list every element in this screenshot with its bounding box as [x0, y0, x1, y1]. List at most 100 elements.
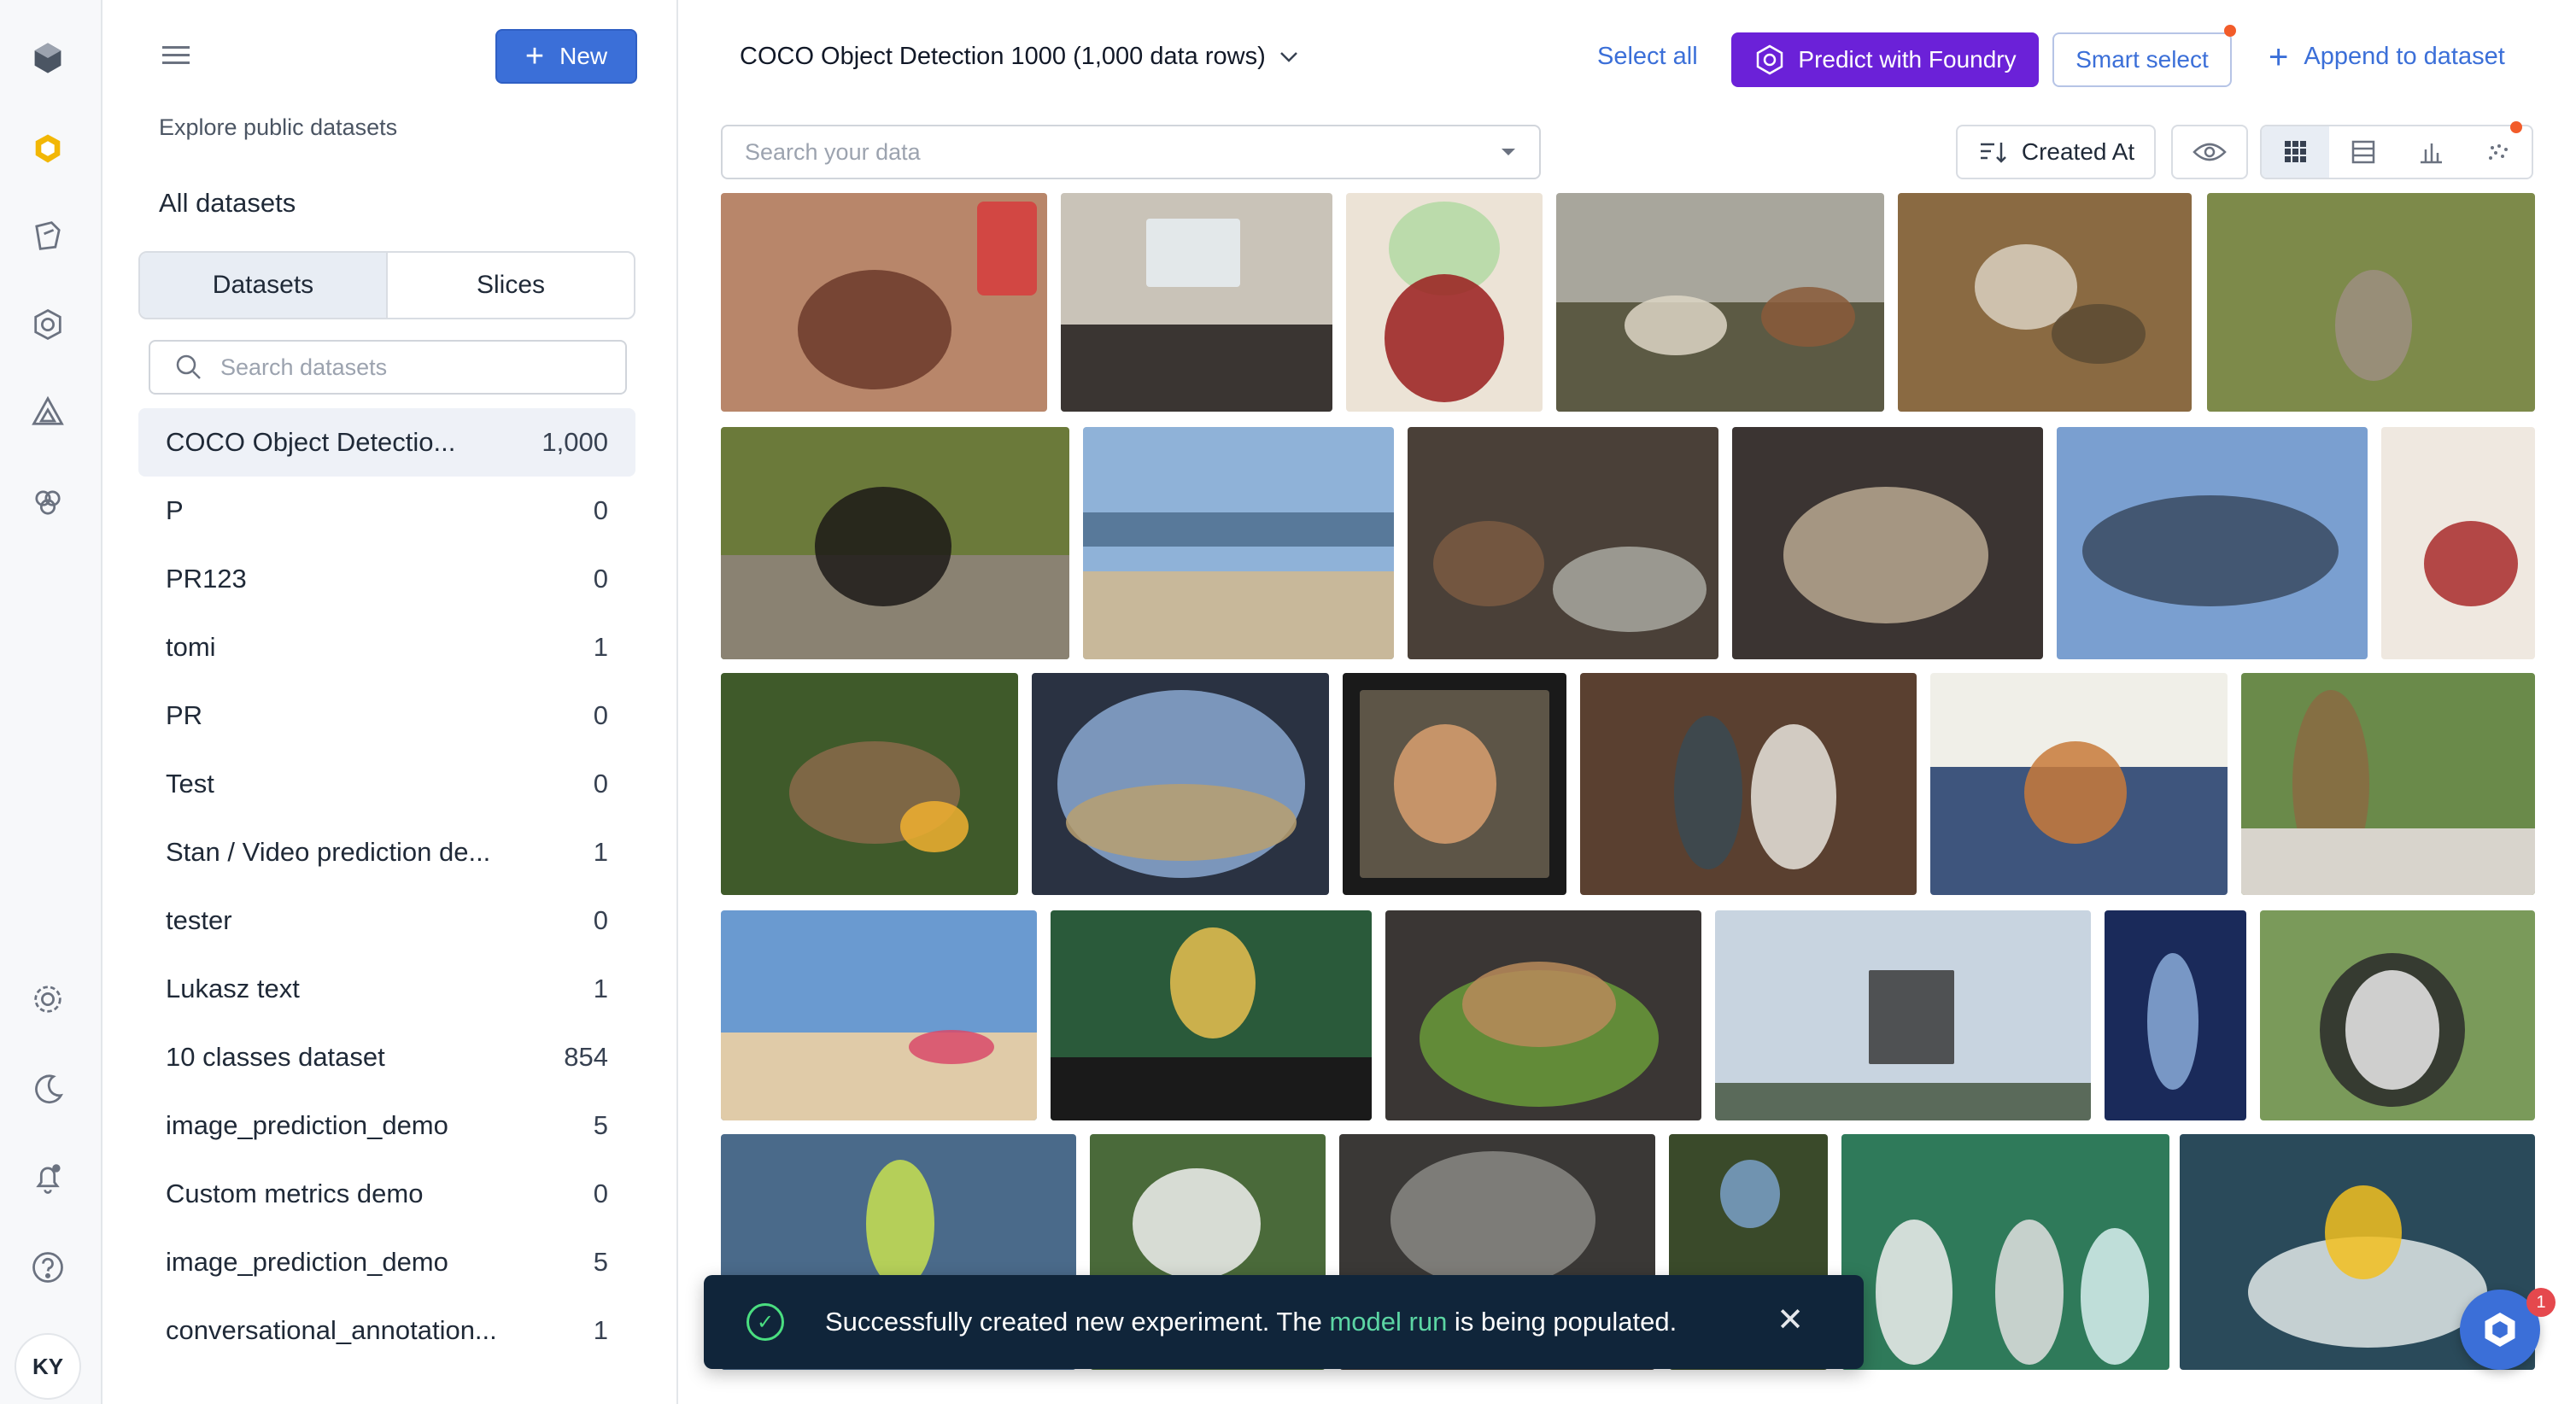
toast-text-after: is being populated. [1447, 1307, 1677, 1337]
image-thumbnail[interactable] [1346, 193, 1543, 412]
image-thumbnail[interactable] [2057, 427, 2368, 659]
tab-datasets[interactable]: Datasets [140, 253, 388, 318]
image-thumbnail[interactable] [1408, 427, 1718, 659]
image-thumbnail[interactable] [1580, 673, 1917, 895]
list-item[interactable]: tester 0 [138, 886, 635, 955]
image-thumbnail[interactable] [2207, 193, 2535, 412]
list-item[interactable]: image_prediction_demo 5 [138, 1091, 635, 1160]
list-view-button[interactable] [2329, 126, 2397, 178]
datasets-slices-toggle: Datasets Slices [138, 251, 635, 319]
catalog-main: COCO Object Detection 1000 (1,000 data r… [678, 0, 2576, 1404]
list-item[interactable]: 10 classes dataset 854 [138, 1023, 635, 1091]
image-thumbnail[interactable] [1898, 193, 2192, 412]
success-toast: ✓ Successfully created new experiment. T… [704, 1275, 1864, 1369]
list-item[interactable]: tomi 1 [138, 613, 635, 682]
image-thumbnail[interactable] [721, 193, 1047, 412]
dataset-search-placeholder: Search datasets [220, 354, 388, 380]
dataset-count: 0 [593, 1179, 608, 1208]
list-icon [2351, 140, 2374, 164]
image-thumbnail[interactable] [1343, 673, 1566, 895]
list-item[interactable]: image_prediction_demo 5 [138, 1228, 635, 1296]
image-thumbnail[interactable] [1032, 673, 1329, 895]
explore-public-datasets-link[interactable]: Explore public datasets [159, 114, 397, 141]
image-thumbnail[interactable] [1051, 910, 1372, 1120]
list-item[interactable]: conversational_annotation... 1 [138, 1296, 635, 1365]
help-icon[interactable] [26, 1245, 70, 1290]
sort-button[interactable]: Created At [1956, 125, 2156, 179]
append-to-dataset-button[interactable]: + Append to dataset [2269, 40, 2505, 74]
image-thumbnail[interactable] [721, 673, 1018, 895]
grid-icon [2284, 141, 2306, 162]
dataset-count: 5 [593, 1110, 608, 1140]
image-thumbnail[interactable] [1556, 193, 1884, 412]
image-thumbnail[interactable] [2381, 427, 2535, 659]
boost-icon[interactable] [26, 389, 70, 434]
data-search-input[interactable]: Search your data [721, 125, 1541, 179]
dataset-sidebar: + New Explore public datasets All datase… [102, 0, 678, 1404]
dataset-name: image_prediction_demo [166, 1110, 448, 1140]
foundry-icon [1757, 44, 1783, 75]
new-dataset-button[interactable]: + New [495, 29, 637, 84]
list-item[interactable]: P0 [138, 477, 635, 545]
projector-view-button[interactable] [2464, 121, 2532, 178]
settings-icon[interactable] [26, 977, 70, 1021]
list-item[interactable]: PR 0 [138, 682, 635, 750]
image-thumbnail[interactable] [1732, 427, 2043, 659]
append-label: Append to dataset [2304, 43, 2505, 70]
list-item[interactable]: Stan / Video prediction de... 1 [138, 818, 635, 886]
bar-chart-icon [2420, 143, 2442, 164]
dataset-name: tester [166, 905, 232, 935]
dataset-count: 1 [593, 974, 608, 1003]
image-thumbnail[interactable] [1841, 1134, 2169, 1370]
list-item[interactable]: Lukasz text 1 [138, 955, 635, 1023]
image-thumbnail[interactable] [1930, 673, 2228, 895]
dataset-count: 1 [593, 837, 608, 867]
image-thumbnail[interactable] [721, 910, 1037, 1120]
toast-text-before: Successfully created new experiment. The [825, 1307, 1330, 1337]
list-item[interactable]: PR123 0 [138, 545, 635, 613]
dark-mode-icon[interactable] [26, 1068, 70, 1112]
dataset-name: Test [166, 769, 214, 799]
predict-with-foundry-button[interactable]: Predict with Foundry [1731, 32, 2039, 87]
dataset-title: COCO Object Detection 1000 (1,000 data r… [740, 43, 1266, 70]
smart-select-button[interactable]: Smart select [2052, 32, 2232, 87]
list-item[interactable]: Custom metrics demo 0 [138, 1160, 635, 1228]
dataset-selector[interactable]: COCO Object Detection 1000 (1,000 data r… [740, 43, 1298, 71]
catalog-icon[interactable] [26, 126, 70, 171]
model-icon[interactable] [26, 302, 70, 347]
dataset-name: 10 classes dataset [166, 1042, 385, 1072]
dataset-count: 1 [593, 1315, 608, 1345]
model-run-link[interactable]: model run [1329, 1307, 1447, 1337]
list-item[interactable]: COCO Object Detectio... 1,000 [138, 408, 635, 477]
tab-slices[interactable]: Slices [388, 253, 634, 318]
new-button-label: New [559, 43, 608, 69]
image-thumbnail[interactable] [1715, 910, 2091, 1120]
image-thumbnail[interactable] [2260, 910, 2535, 1120]
image-thumbnail[interactable] [1385, 910, 1701, 1120]
image-thumbnail[interactable] [1061, 193, 1332, 412]
integrations-icon[interactable] [26, 480, 70, 524]
menu-icon[interactable] [162, 41, 196, 72]
dataset-count: 1 [593, 632, 608, 662]
image-thumbnail[interactable] [721, 427, 1069, 659]
labelbox-logo-icon[interactable] [26, 36, 70, 80]
grid-view-button[interactable] [2262, 126, 2329, 178]
avatar[interactable]: KY [15, 1333, 81, 1400]
dataset-count: 854 [564, 1042, 608, 1072]
notification-dot [2510, 121, 2522, 133]
list-item[interactable]: Test 0 [138, 750, 635, 818]
annotate-icon[interactable] [26, 214, 70, 258]
visibility-toggle[interactable] [2171, 125, 2248, 179]
dataset-count: 1,000 [542, 427, 608, 457]
close-icon[interactable]: ✕ [1777, 1304, 1804, 1337]
image-thumbnail[interactable] [1083, 427, 1394, 659]
dataset-search-input[interactable]: Search datasets [149, 340, 627, 395]
dataset-name: conversational_annotation... [166, 1315, 497, 1345]
select-all-link[interactable]: Select all [1597, 43, 1698, 71]
dataset-name: image_prediction_demo [166, 1247, 448, 1277]
dropdown-caret-icon [1502, 149, 1515, 155]
notifications-icon[interactable] [26, 1156, 70, 1201]
image-thumbnail[interactable] [2241, 673, 2535, 895]
analytics-view-button[interactable] [2397, 126, 2464, 178]
image-thumbnail[interactable] [2105, 910, 2246, 1120]
